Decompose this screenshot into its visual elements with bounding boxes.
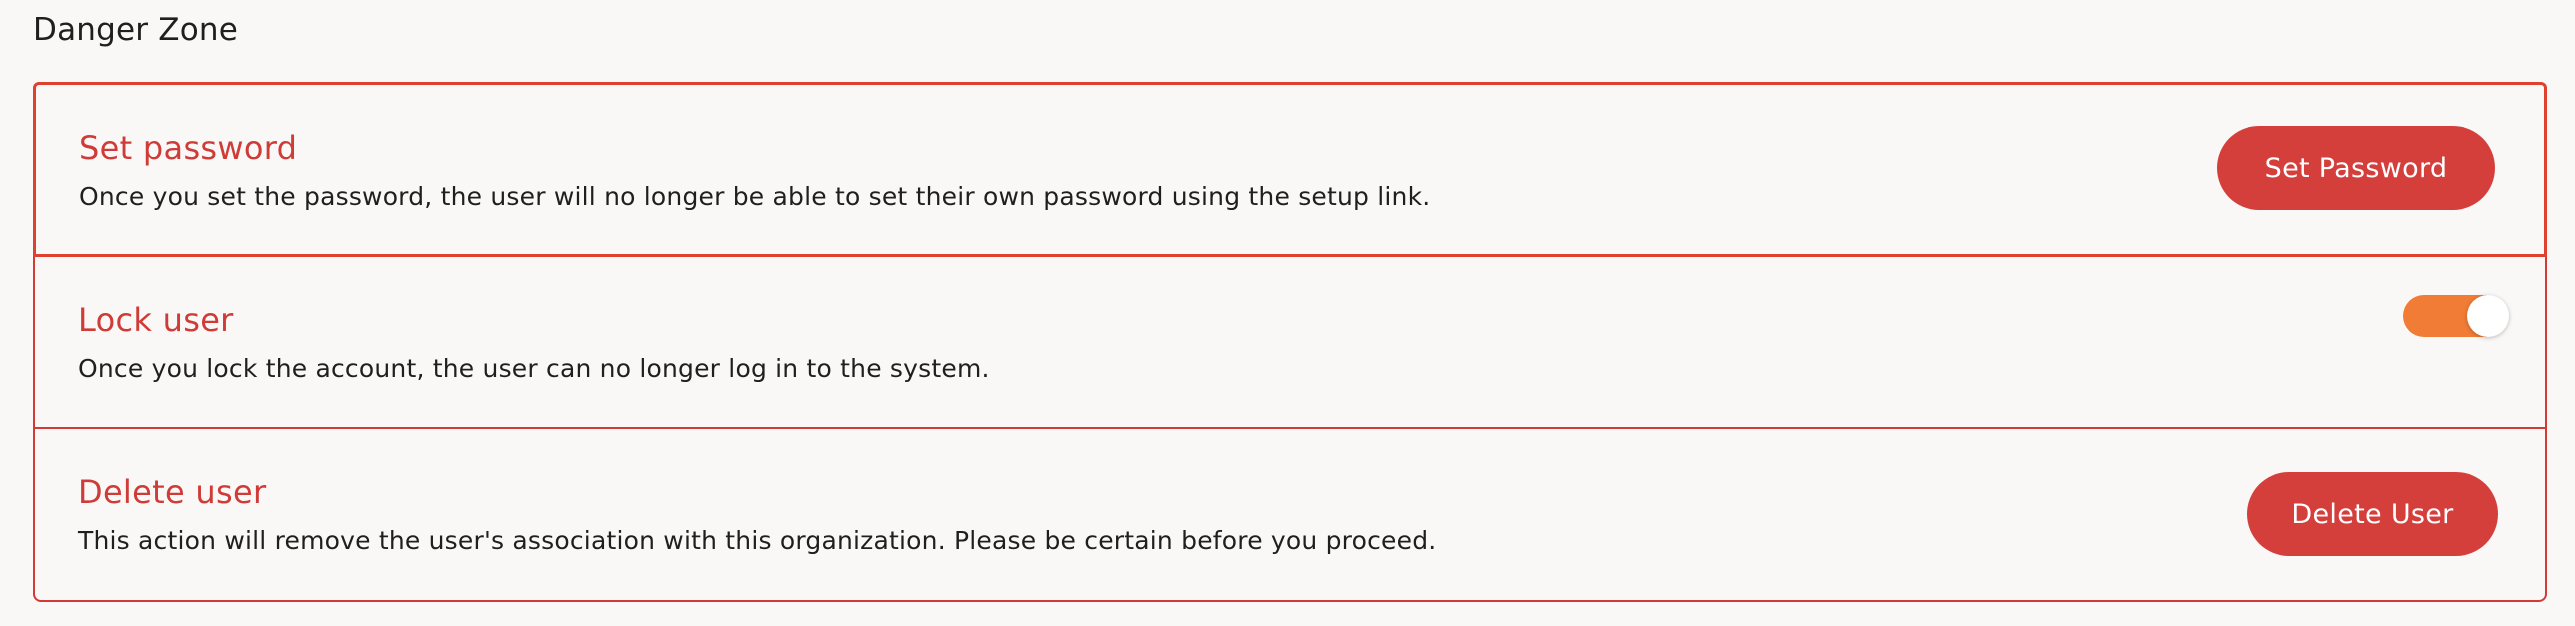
delete-user-button[interactable]: Delete User [2247, 472, 2498, 556]
danger-zone-panel: Set password Once you set the password, … [33, 82, 2547, 602]
section-title: Danger Zone [33, 12, 238, 48]
lock-user-title: Lock user [78, 301, 234, 339]
lock-user-row: Lock user Once you lock the account, the… [35, 257, 2545, 429]
lock-user-toggle[interactable] [2403, 295, 2509, 337]
set-password-description: Once you set the password, the user will… [79, 182, 1431, 211]
delete-user-description: This action will remove the user's assoc… [78, 526, 1437, 555]
lock-user-description: Once you lock the account, the user can … [78, 354, 990, 383]
toggle-knob [2467, 295, 2509, 337]
set-password-row: Set password Once you set the password, … [33, 82, 2547, 257]
delete-user-row: Delete user This action will remove the … [35, 429, 2545, 602]
set-password-button[interactable]: Set Password [2217, 126, 2495, 210]
delete-user-title: Delete user [78, 473, 267, 511]
page: Danger Zone Set password Once you set th… [0, 0, 2575, 626]
set-password-title: Set password [79, 129, 298, 167]
